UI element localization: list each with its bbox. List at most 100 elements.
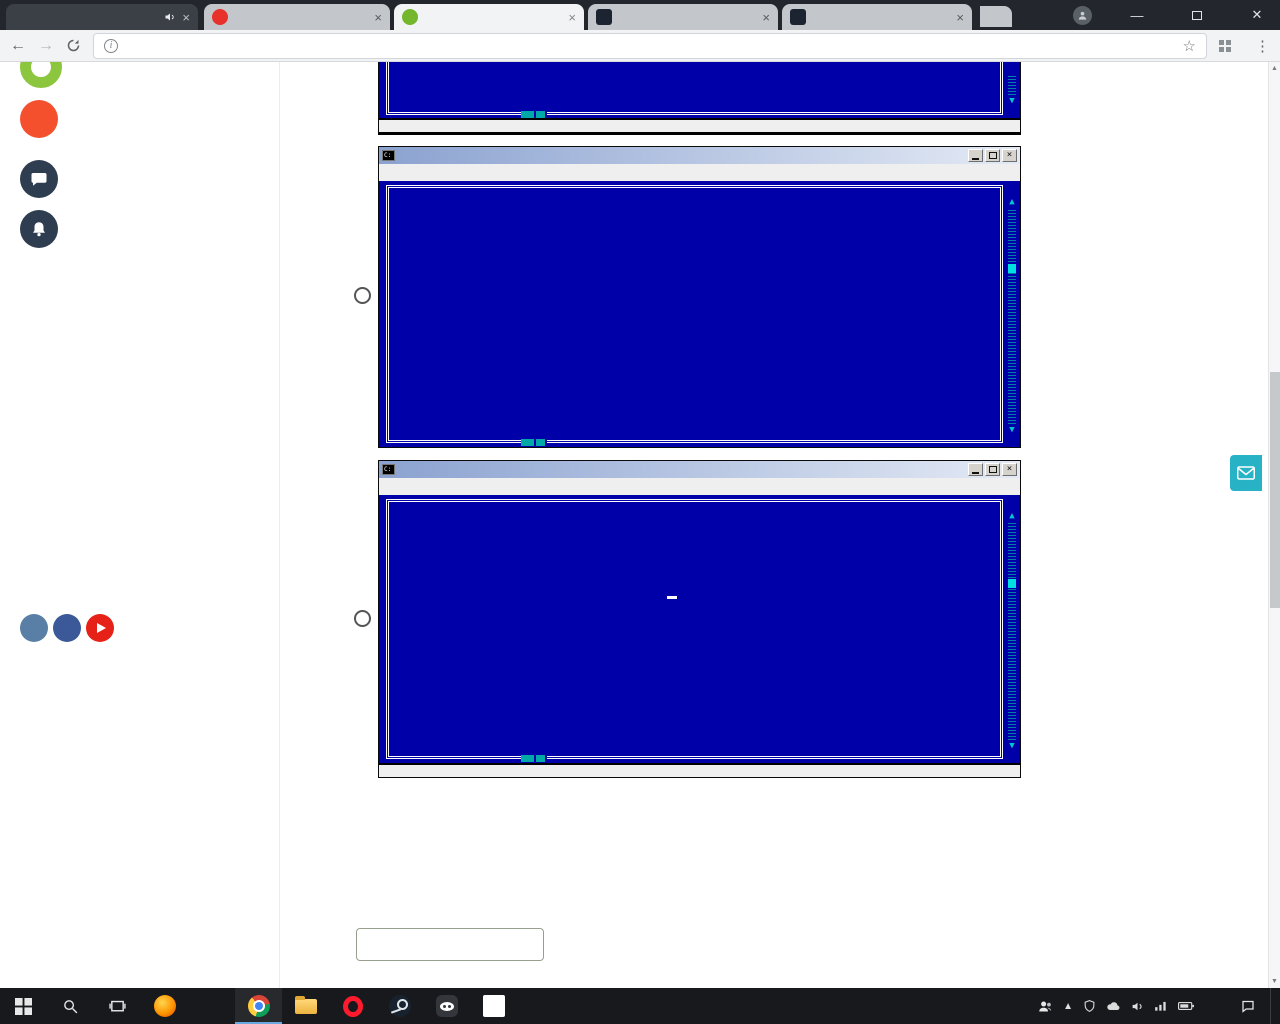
tab-dano[interactable]: × [782,4,972,30]
windows-logo-icon [15,998,32,1015]
radio-option-1[interactable] [354,287,371,304]
system-tray: ▲ [1038,988,1280,1024]
editor-frame [386,185,1003,443]
edge-taskbar-icon[interactable] [188,988,235,1024]
scroll-down-arrow: ▼ [1007,96,1017,106]
facebook-icon[interactable] [53,614,81,642]
abbyy-icon [483,995,505,1017]
vk-icon[interactable] [20,614,48,642]
chrome-taskbar-icon[interactable] [235,988,282,1024]
explorer-taskbar-icon[interactable] [282,988,329,1024]
close-button[interactable]: ✕ [1242,7,1272,23]
steam-taskbar-icon[interactable] [376,988,423,1024]
sidebar-item-peremenka[interactable] [20,210,78,248]
pascal-screen: ▲ ▼ [379,495,1020,763]
shield-icon[interactable] [1083,999,1096,1013]
bell-icon [20,210,58,248]
taskbar: ▲ [0,988,1280,1024]
chrome-icon [248,995,270,1017]
screen: { "browser": { "window_tab": { "title": … [0,0,1280,1024]
cloud-icon[interactable] [1106,1000,1121,1012]
h-scroll-thumb [521,439,547,446]
network-icon[interactable] [1154,1000,1168,1012]
text-cursor [667,596,677,599]
tab-close-icon[interactable]: × [374,10,382,25]
browser-menu-icon[interactable]: ⋮ [1255,37,1270,55]
back-button[interactable]: ← [10,38,26,54]
page-scrollbar[interactable]: ▲ ▼ [1268,62,1280,988]
maximize-button[interactable] [1182,8,1212,23]
people-icon[interactable] [1038,999,1053,1014]
v-scrollbar: ▼ [1007,64,1017,106]
dos-maximize-button [985,463,1000,476]
discord-taskbar-icon[interactable] [423,988,470,1024]
pascal-window-option-2[interactable]: C: × ▲ [378,146,1021,448]
window-controls: — ✕ [1073,0,1272,30]
pascal-screen: ▼ [379,62,1020,118]
exercise-content: ▼ C: × [280,62,1268,988]
tp-fline [379,763,1020,777]
yaklass-logo[interactable] [20,62,62,88]
scroll-down-arrow: ▼ [1007,741,1017,751]
sidebar-item-news[interactable] [20,160,78,198]
volume-icon[interactable] [1131,1000,1144,1013]
firefox-icon [154,995,176,1017]
dos-close-button: × [1002,149,1017,162]
yaklass-favicon [402,9,418,25]
yandex-favicon [212,9,228,25]
profile-icon[interactable] [1073,6,1092,25]
scroll-up-arrow: ▲ [1007,511,1017,521]
tab-audio-icon[interactable] [164,11,176,23]
minimize-button[interactable]: — [1122,8,1152,23]
scroll-down-arrow: ▼ [1007,425,1017,435]
firefox-taskbar-icon[interactable] [141,988,188,1024]
pascal-window-option-3[interactable]: C: × ▲ [378,460,1021,778]
tab-zapishi[interactable]: × [588,4,778,30]
tab-dialogi[interactable]: × [6,4,198,30]
cmd-icon: C: [382,464,395,475]
new-tab-button[interactable] [980,6,1012,27]
v-scrollbar: ▲ ▼ [1007,197,1017,435]
opera-taskbar-icon[interactable] [329,988,376,1024]
scroll-up-button[interactable]: ▲ [1269,62,1280,75]
editor-frame [386,62,1003,115]
pascal-screen: ▲ ▼ [379,181,1020,447]
tab-active-exercise[interactable]: × [394,4,584,30]
tab-close-icon[interactable]: × [568,10,576,25]
browser-toolbar: ← → i ☆ ⋮ [0,30,1280,62]
yaplus-icon [20,100,58,138]
show-desktop-button[interactable] [1270,988,1274,1024]
scroll-down-button[interactable]: ▼ [1269,975,1280,988]
tab-zapolni[interactable]: × [204,4,390,30]
bookmark-star-icon[interactable]: ☆ [1183,37,1196,55]
action-center-icon[interactable] [1240,999,1256,1014]
task-view-icon [109,998,126,1015]
taskbar-search-button[interactable] [47,988,94,1024]
scroll-up-arrow: ▲ [1007,197,1017,207]
sidebar-item-subscription[interactable] [20,100,78,138]
discord-icon [436,995,458,1017]
youtube-icon[interactable] [86,614,114,642]
refresh-button[interactable] [66,38,81,53]
tp-menubar [379,478,1020,495]
tab-close-icon[interactable]: × [182,10,190,25]
task-view-button[interactable] [94,988,141,1024]
address-bar[interactable]: i ☆ [93,33,1207,59]
radio-option-2[interactable] [354,610,371,627]
v-scroll-thumb [1008,264,1016,273]
forward-button[interactable]: → [38,38,54,54]
battery-icon[interactable] [1178,1001,1194,1011]
answer-input[interactable] [356,928,544,961]
tab-close-icon[interactable]: × [762,10,770,25]
tab-close-icon[interactable]: × [956,10,964,25]
hidden-icons-chevron[interactable]: ▲ [1063,1001,1073,1012]
start-button[interactable] [0,988,47,1024]
page-info-icon[interactable]: i [104,39,118,53]
dos-minimize-button [968,149,983,162]
taskbar-clock[interactable] [1222,1000,1230,1013]
scrollbar-thumb[interactable] [1270,372,1280,608]
extension-icon[interactable] [1219,40,1231,52]
pascal-window-option-1[interactable]: ▼ [378,62,1021,135]
abbyy-taskbar-icon[interactable] [470,988,517,1024]
feedback-envelope-button[interactable] [1230,455,1262,491]
